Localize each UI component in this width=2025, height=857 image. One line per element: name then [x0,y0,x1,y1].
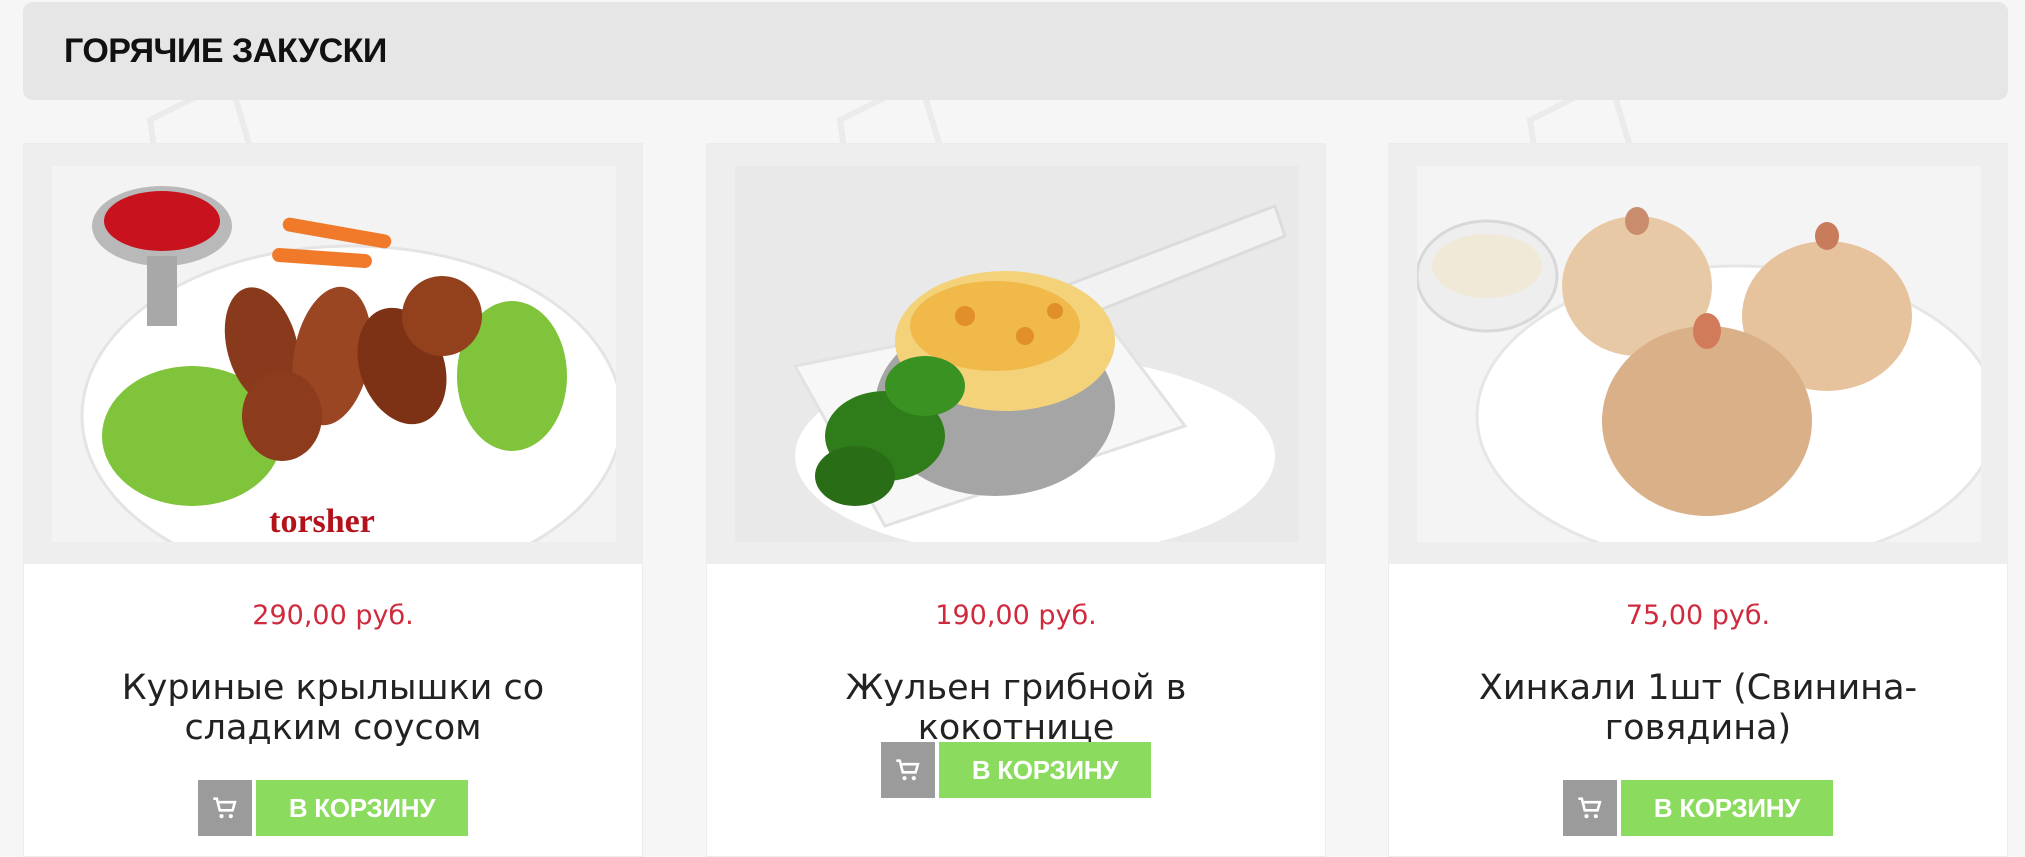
product-card: torsher 290,00 руб. Куриные крылышки со … [23,143,643,857]
product-image-frame [707,144,1325,564]
shopping-cart-icon [1578,797,1602,819]
add-to-cart-button[interactable]: В КОРЗИНУ [939,742,1151,798]
product-price: 290,00 руб. [252,600,414,631]
buy-controls: В КОРЗИНУ [881,742,1151,798]
product-image-julienne[interactable] [735,166,1299,542]
product-price: 75,00 руб. [1625,600,1771,631]
product-image-frame [1389,144,2007,564]
shopping-cart-icon [213,797,237,819]
add-to-cart-button[interactable]: В КОРЗИНУ [1621,780,1833,836]
product-card: 75,00 руб. Хинкали 1шт (Свинина-говядина… [1388,143,2008,857]
product-image-khinkali[interactable] [1417,166,1981,542]
product-image-frame: torsher [24,144,642,564]
buy-controls: В КОРЗИНУ [198,780,468,836]
cart-icon-button[interactable] [881,742,935,798]
shopping-cart-icon [896,759,920,781]
buy-controls: В КОРЗИНУ [1563,780,1833,836]
product-name[interactable]: Хинкали 1шт (Свинина-говядина) [1429,668,1967,748]
cart-icon-button[interactable] [1563,780,1617,836]
add-to-cart-button[interactable]: В КОРЗИНУ [256,780,468,836]
product-card: 190,00 руб. Жульен грибной в кокотнице В… [706,143,1326,857]
image-logo-text: torsher [269,503,375,540]
section-title: ГОРЯЧИЕ ЗАКУСКИ [64,31,387,70]
cart-icon-button[interactable] [198,780,252,836]
product-image-chicken-wings[interactable]: torsher [52,166,616,542]
product-name[interactable]: Куриные крылышки со сладким соусом [64,668,602,748]
section-header: ГОРЯЧИЕ ЗАКУСКИ [23,2,2008,100]
product-name[interactable]: Жульен грибной в кокотнице [747,668,1285,748]
product-price: 190,00 руб. [935,600,1097,631]
